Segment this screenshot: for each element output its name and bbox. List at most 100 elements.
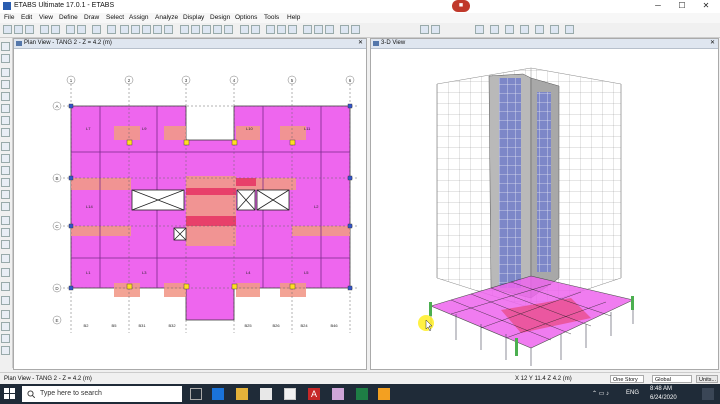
minimize-button[interactable]: ─ (646, 0, 670, 12)
open-icon[interactable] (14, 25, 23, 34)
3d-view-icon[interactable] (180, 25, 189, 34)
pan-icon[interactable] (107, 25, 116, 34)
menu-display[interactable]: Display (183, 13, 204, 23)
force-diagram-icon[interactable] (325, 25, 334, 34)
pointer-icon[interactable] (1, 42, 10, 51)
menu-analyze[interactable]: Analyze (155, 13, 178, 23)
menu-define[interactable]: Define (59, 13, 78, 23)
chrome-icon[interactable] (284, 388, 296, 400)
snap-points-icon[interactable] (1, 310, 10, 319)
zoom-out-icon[interactable] (131, 25, 140, 34)
draw-rectangular-floor-icon[interactable] (1, 154, 10, 163)
reshape-icon[interactable] (1, 54, 10, 63)
quick-draw-beam-icon[interactable] (1, 116, 10, 125)
rotate-icon[interactable] (213, 25, 222, 34)
redo-icon[interactable] (51, 25, 60, 34)
coord-system-select[interactable]: Global (652, 375, 692, 383)
menu-assign[interactable]: Assign (129, 13, 149, 23)
tray-language[interactable]: ENG (626, 390, 639, 396)
draw-slab-icon[interactable] (505, 25, 514, 34)
run-analysis-icon[interactable] (92, 25, 101, 34)
snap-intersections-icon[interactable] (1, 334, 10, 343)
tray-date[interactable]: 6/24/2020 (650, 395, 677, 401)
select-all-icon[interactable] (420, 25, 429, 34)
quick-draw-brace-icon[interactable] (1, 128, 10, 137)
draw-wall-icon[interactable] (490, 25, 499, 34)
dimension-icon[interactable] (550, 25, 559, 34)
draw-link-icon[interactable] (535, 25, 544, 34)
3d-model-drawing[interactable] (371, 48, 718, 369)
menu-edit[interactable]: Edit (21, 13, 32, 23)
elevation-view-icon[interactable] (202, 25, 211, 34)
3d-view-close-button[interactable]: ✕ (710, 39, 715, 48)
extrude-icon[interactable] (288, 25, 297, 34)
draw-tendon-icon[interactable] (1, 282, 10, 291)
draw-column-icon[interactable] (1, 92, 10, 101)
story-select[interactable]: One Story (610, 375, 644, 383)
zoom-previous-icon[interactable] (164, 25, 173, 34)
plan-drawing[interactable]: 1 2 3 4 5 6 A B C D E L7 L9 L10 L11 L14 … (14, 48, 366, 369)
snap-perpendicular-icon[interactable] (1, 346, 10, 355)
draw-wall-stack-icon[interactable] (1, 178, 10, 187)
snap-ends-icon[interactable] (1, 322, 10, 331)
save-icon[interactable] (25, 25, 34, 34)
pencil-icon[interactable] (565, 25, 574, 34)
menu-select[interactable]: Select (106, 13, 124, 23)
draw-brace-icon[interactable] (1, 104, 10, 113)
lock-icon[interactable] (66, 25, 75, 34)
safe-icon[interactable] (378, 388, 390, 400)
menu-help[interactable]: Help (287, 13, 300, 23)
menu-design[interactable]: Design (210, 13, 230, 23)
draw-joint-icon[interactable] (1, 68, 10, 77)
etabs-taskbar-icon[interactable] (332, 388, 344, 400)
menu-file[interactable]: File (4, 13, 14, 23)
zoom-full-icon[interactable] (153, 25, 162, 34)
deselect-icon[interactable] (431, 25, 440, 34)
draw-frame-icon[interactable] (475, 25, 484, 34)
draw-section-cut-icon[interactable] (1, 216, 10, 225)
draw-walls-icon[interactable] (1, 190, 10, 199)
draw-opening-icon[interactable] (520, 25, 529, 34)
excel-icon[interactable] (356, 388, 368, 400)
menu-options[interactable]: Options (235, 13, 257, 23)
shrink-objects-icon[interactable] (277, 25, 286, 34)
undeformed-shape-icon[interactable] (303, 25, 312, 34)
zoom-in-icon[interactable] (120, 25, 129, 34)
draw-dimension-line-icon[interactable] (1, 228, 10, 237)
menu-tools[interactable]: Tools (264, 13, 279, 23)
file-explorer-icon[interactable] (236, 388, 248, 400)
draw-link-tool-icon[interactable] (1, 254, 10, 263)
quick-draw-wall-icon[interactable] (1, 202, 10, 211)
tray-time[interactable]: 8:48 AM (650, 386, 672, 392)
close-button[interactable]: ✕ (694, 0, 718, 12)
grid-icon[interactable] (351, 25, 360, 34)
menu-draw[interactable]: Draw (84, 13, 99, 23)
deformed-shape-icon[interactable] (314, 25, 323, 34)
new-model-icon[interactable] (3, 25, 12, 34)
maximize-button[interactable]: ☐ (670, 0, 694, 12)
autocad-icon[interactable]: A (308, 388, 320, 400)
quick-draw-floor-icon[interactable] (1, 166, 10, 175)
plan-view-pane[interactable]: Plan View - TANG 2 - Z = 4.2 (m) ✕ 1 2 3… (13, 38, 367, 370)
plan-view-icon[interactable] (191, 25, 200, 34)
zoom-window-icon[interactable] (142, 25, 151, 34)
store-icon[interactable] (260, 388, 272, 400)
tray-icons[interactable]: ⌃ ▭ ♪ (592, 390, 609, 397)
draw-grid-icon[interactable] (1, 268, 10, 277)
refresh-icon[interactable] (77, 25, 86, 34)
perspective-icon[interactable] (224, 25, 233, 34)
edge-icon[interactable] (212, 388, 224, 400)
3d-view-pane[interactable]: 3-D View ✕ (370, 38, 719, 370)
move-up-icon[interactable] (240, 25, 249, 34)
draw-strip-icon[interactable] (1, 296, 10, 305)
draw-reference-point-icon[interactable] (1, 240, 10, 249)
display-options-icon[interactable] (340, 25, 349, 34)
draw-beam-icon[interactable] (1, 80, 10, 89)
draw-floor-icon[interactable] (1, 142, 10, 151)
start-icon[interactable] (4, 388, 16, 400)
move-down-icon[interactable] (251, 25, 260, 34)
units-button[interactable]: Units... (696, 375, 718, 383)
notifications-icon[interactable] (702, 388, 714, 400)
plan-view-close-button[interactable]: ✕ (358, 39, 363, 48)
set-display-icon[interactable] (266, 25, 275, 34)
